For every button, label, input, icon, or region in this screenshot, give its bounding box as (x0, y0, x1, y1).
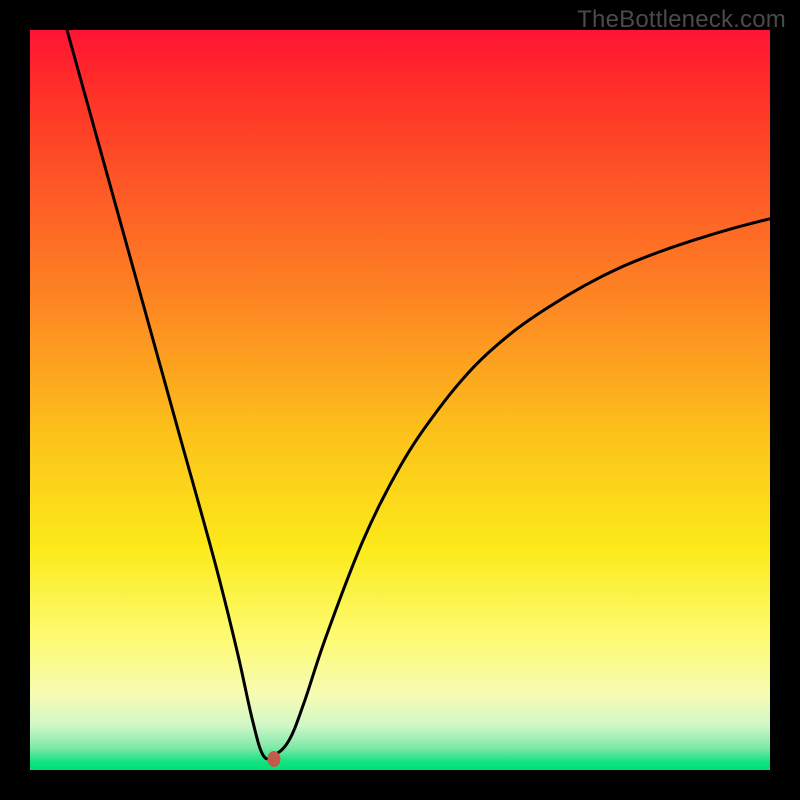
bottleneck-curve-path (67, 30, 770, 759)
chart-marker-dot (268, 751, 281, 767)
chart-plot-area (30, 30, 770, 770)
watermark-text: TheBottleneck.com (577, 6, 786, 34)
chart-curve-svg (30, 30, 770, 770)
